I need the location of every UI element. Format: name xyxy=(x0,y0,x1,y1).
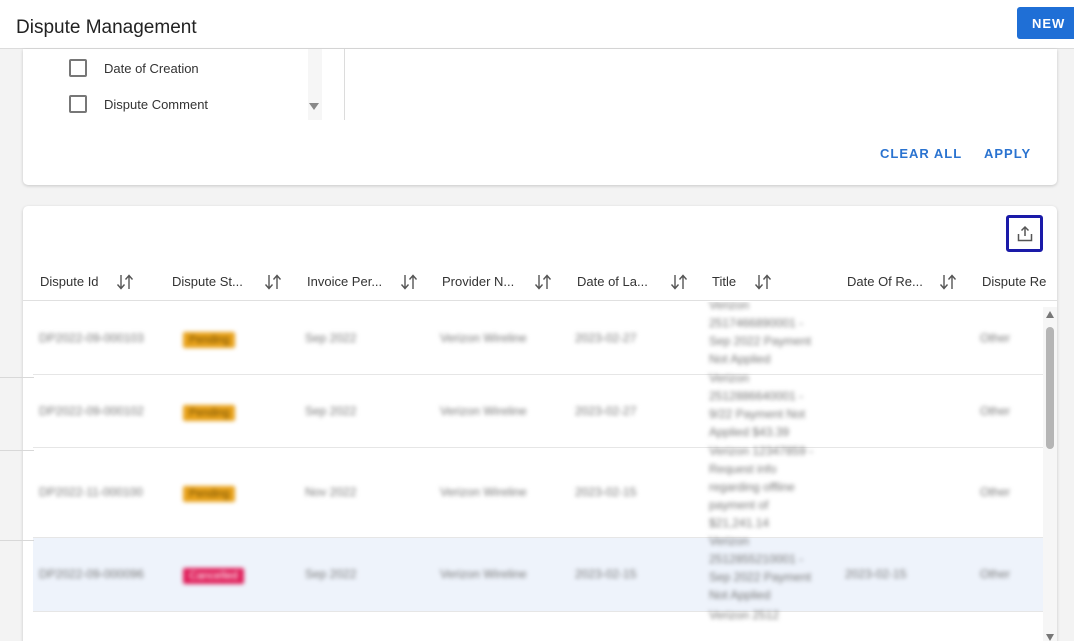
table-cell-id: DP2022-09-000096 xyxy=(39,567,144,581)
table-cell-date-last: 2023-02-15 xyxy=(575,567,637,581)
table-cell-id: DP2022-11-000100 xyxy=(39,485,143,499)
table-cell-invoice-period: Sep 2022 xyxy=(305,567,357,581)
sort-icon[interactable] xyxy=(938,273,958,291)
column-header[interactable]: Provider N... xyxy=(442,261,514,301)
table-cell-provider: Verizon Wireline xyxy=(440,567,527,581)
table-cell-title: Verizon 2512886640001 - 9/22 Payment Not… xyxy=(709,371,806,439)
filter-option-dispute-comment[interactable]: Dispute Comment xyxy=(69,94,208,114)
table-cell-title: Verizon 2512855210001 - Sep 2022 Payment… xyxy=(709,534,812,602)
column-header[interactable]: Invoice Per... xyxy=(307,261,382,301)
column-header[interactable]: Date Of Re... xyxy=(847,261,923,301)
table-cell-invoice-period: Sep 2022 xyxy=(305,330,357,345)
table-row[interactable]: DP2022-11-000100 Pending Nov 2022 Verizon W… xyxy=(33,444,1043,538)
upload-export-icon xyxy=(1017,225,1032,241)
column-header[interactable]: Date of La... xyxy=(577,261,648,301)
status-badge: Pending xyxy=(183,404,236,421)
table-cell-provider: Verizon Wireline xyxy=(440,330,527,345)
table-cell-invoice-period: Nov 2022 xyxy=(305,485,357,499)
divider xyxy=(344,49,345,120)
clear-all-button[interactable]: CLEAR ALL xyxy=(880,146,962,161)
filter-option-label: Dispute Comment xyxy=(104,96,209,112)
filter-field-list: Date of Creation Dispute Comment xyxy=(23,49,343,120)
scroll-down-icon[interactable] xyxy=(1046,634,1054,641)
table-cell-invoice-period: Sep 2022 xyxy=(305,403,357,418)
table-row[interactable]: Verizon 2512 xyxy=(33,608,1043,641)
export-button[interactable] xyxy=(1006,215,1043,252)
page-header: Dispute Management NEW xyxy=(0,0,1074,49)
filter-option-date-of-creation[interactable]: Date of Creation xyxy=(69,58,199,78)
column-header[interactable]: Title xyxy=(712,261,736,301)
page-title: Dispute Management xyxy=(16,17,197,38)
table-row[interactable]: DP2022-09-000102 Pending Sep 2022 Verizon W… xyxy=(33,371,1043,448)
column-header[interactable]: Dispute St... xyxy=(172,261,243,301)
disputes-table-card: Dispute Id Dispute St... Invoice Per... Pro… xyxy=(23,206,1057,641)
table-cell-id: DP2022-09-000103 xyxy=(39,330,144,345)
table-cell-date-last: 2023-02-15 xyxy=(575,485,637,499)
table-cell-title: Verizon 12347859 - Request info regardin… xyxy=(709,444,814,530)
sort-icon[interactable] xyxy=(399,273,419,291)
sort-icon[interactable] xyxy=(263,273,283,291)
table-cell-title: Verizon 2517466890001 - Sep 2022 Payment… xyxy=(709,302,812,366)
table-row[interactable]: DP2022-09-000103 Pending Sep 2022 Verizon W… xyxy=(33,302,1043,375)
table-header: Dispute Id Dispute St... Invoice Per... Pro… xyxy=(23,261,1057,301)
sort-icon[interactable] xyxy=(115,273,135,291)
scroll-down-icon[interactable] xyxy=(309,103,319,110)
table-cell-date-resolved: 2023-02-15 xyxy=(845,567,907,581)
divider xyxy=(0,450,34,451)
table-cell-reason: Other xyxy=(980,485,1011,499)
status-badge: Pending xyxy=(183,486,236,502)
filter-panel: Date of Creation Dispute Comment CLEAR A… xyxy=(23,49,1057,185)
table-cell-provider: Verizon Wireline xyxy=(440,403,527,418)
table-body: DP2022-09-000103 Pending Sep 2022 Verizon W… xyxy=(33,302,1043,641)
table-cell-title: Verizon 2512 xyxy=(709,608,780,622)
apply-button[interactable]: APPLY xyxy=(984,146,1031,161)
table-cell-reason: Other xyxy=(980,330,1011,345)
column-header[interactable]: Dispute Id xyxy=(40,261,99,301)
new-button[interactable]: NEW xyxy=(1017,7,1074,39)
table-cell-date-last: 2023-02-27 xyxy=(575,330,637,345)
divider xyxy=(0,377,34,378)
checkbox[interactable] xyxy=(69,95,87,113)
table-cell-provider: Verizon Wireline xyxy=(440,485,527,499)
table-cell-reason: Other xyxy=(980,567,1011,581)
sort-icon[interactable] xyxy=(669,273,689,291)
table-cell-date-last: 2023-02-27 xyxy=(575,403,637,418)
status-badge: Pending xyxy=(183,331,236,348)
table-scrollbar[interactable] xyxy=(1043,307,1057,641)
sort-icon[interactable] xyxy=(533,273,553,291)
scroll-up-icon[interactable] xyxy=(1046,311,1054,318)
table-row[interactable]: DP2022-09-000096 Cancelled Sep 2022 Verizon… xyxy=(33,534,1043,612)
status-badge: Cancelled xyxy=(183,568,244,584)
table-cell-reason: Other xyxy=(980,403,1011,418)
sort-icon[interactable] xyxy=(753,273,773,291)
checkbox[interactable] xyxy=(69,59,87,77)
filter-option-label: Date of Creation xyxy=(104,60,199,76)
scrollbar-thumb[interactable] xyxy=(1046,327,1054,449)
table-cell-id: DP2022-09-000102 xyxy=(39,403,144,418)
column-header[interactable]: Dispute Re xyxy=(982,261,1046,301)
divider xyxy=(0,540,34,541)
